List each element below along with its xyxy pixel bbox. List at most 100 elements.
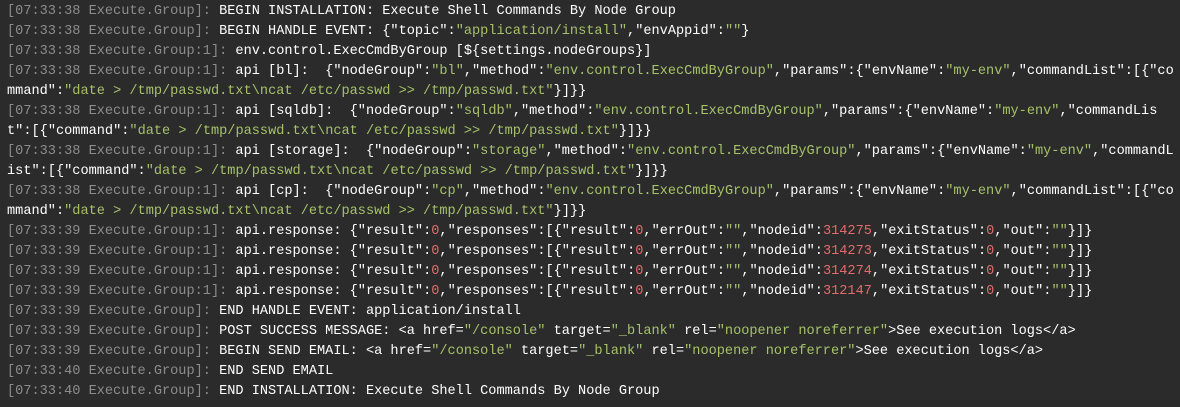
log-text: :{ bbox=[847, 184, 864, 199]
log-string: "env.control.ExecCmdByGroup" bbox=[545, 184, 774, 199]
log-text: : bbox=[977, 244, 987, 259]
log-text: : bbox=[986, 104, 995, 119]
log-timestamp: [07:33:39 Execute.Group:1]: bbox=[7, 244, 228, 259]
log-text: : bbox=[137, 164, 146, 179]
log-text: , bbox=[871, 244, 881, 259]
log-key: "envName" bbox=[863, 64, 938, 79]
log-text: : bbox=[423, 244, 432, 259]
log-key: "result" bbox=[357, 224, 424, 239]
log-text: api.response: { bbox=[227, 264, 358, 279]
log-string: "_blank" bbox=[610, 324, 676, 339]
log-text: : bbox=[423, 224, 432, 239]
log-key: "nodeid" bbox=[749, 244, 815, 259]
log-text: : bbox=[627, 284, 636, 299]
log-text: }]}} bbox=[553, 84, 587, 99]
log-text: END HANDLE EVENT: application/install bbox=[210, 304, 521, 319]
log-key: "nodeid" bbox=[749, 224, 815, 239]
log-text: , bbox=[773, 184, 783, 199]
log-text: , bbox=[994, 244, 1003, 259]
log-text: api [storage]: { bbox=[227, 144, 375, 159]
log-text: : bbox=[627, 244, 636, 259]
log-line: [07:33:38 Execute.Group]: BEGIN HANDLE E… bbox=[7, 22, 1177, 42]
log-line: [07:33:39 Execute.Group]: BEGIN SEND EMA… bbox=[7, 342, 1177, 362]
log-key: "responses" bbox=[447, 264, 538, 279]
log-text: : bbox=[977, 224, 987, 239]
log-line: [07:33:39 Execute.Group:1]: api.response… bbox=[7, 262, 1177, 282]
log-text: :{ bbox=[847, 64, 864, 79]
log-timestamp: [07:33:38 Execute.Group:1]: bbox=[7, 64, 228, 79]
log-line: [07:33:39 Execute.Group:1]: api.response… bbox=[7, 222, 1177, 242]
log-text: :[{ bbox=[1124, 184, 1150, 199]
log-text: api.response: { bbox=[227, 224, 358, 239]
log-text: : bbox=[716, 264, 726, 279]
log-string: "/console" bbox=[431, 344, 513, 359]
log-text: BEGIN INSTALLATION: Execute Shell Comman… bbox=[210, 4, 676, 19]
log-text: target= bbox=[545, 324, 611, 339]
log-key: "responses" bbox=[447, 284, 538, 299]
log-timestamp: [07:33:38 Execute.Group:1]: bbox=[7, 104, 228, 119]
log-key: "nodeGroup" bbox=[333, 184, 424, 199]
log-text: , bbox=[1010, 64, 1019, 79]
log-timestamp: [07:33:38 Execute.Group:1]: bbox=[7, 144, 228, 159]
log-key: "result" bbox=[561, 284, 628, 299]
log-text: }]} bbox=[1067, 224, 1093, 239]
log-string: "env.control.ExecCmdByGroup" bbox=[627, 144, 856, 159]
log-key: "result" bbox=[561, 224, 628, 239]
log-text: : bbox=[977, 264, 987, 279]
log-key: "nodeGroup" bbox=[333, 64, 424, 79]
log-key: "params" bbox=[863, 144, 929, 159]
log-timestamp: [07:33:38 Execute.Group:1]: bbox=[7, 44, 228, 59]
log-text: rel= bbox=[643, 344, 685, 359]
log-text: : bbox=[447, 24, 456, 39]
log-text: api.response: { bbox=[227, 284, 358, 299]
log-key: "method" bbox=[472, 64, 538, 79]
log-text: :[{ bbox=[39, 164, 65, 179]
log-text: , bbox=[1010, 184, 1019, 199]
log-text: , bbox=[994, 264, 1003, 279]
log-key: "envName" bbox=[863, 184, 938, 199]
log-text: : bbox=[463, 144, 473, 159]
log-line: [07:33:38 Execute.Group:1]: api [storage… bbox=[7, 142, 1177, 182]
log-key: "out" bbox=[1002, 284, 1044, 299]
log-text: }]} bbox=[1067, 244, 1093, 259]
log-text: : bbox=[627, 224, 636, 239]
log-text: } bbox=[741, 24, 750, 39]
log-text: , bbox=[643, 224, 652, 239]
log-key: "out" bbox=[1002, 224, 1044, 239]
log-key: "responses" bbox=[447, 224, 538, 239]
log-number: 314273 bbox=[822, 244, 872, 259]
log-text: >See execution logs</a> bbox=[888, 324, 1076, 339]
log-string: "application/install" bbox=[455, 24, 628, 39]
log-line: [07:33:39 Execute.Group]: POST SUCCESS M… bbox=[7, 322, 1177, 342]
log-string: "env.control.ExecCmdByGroup" bbox=[545, 64, 774, 79]
log-text: }]} bbox=[1067, 264, 1093, 279]
log-text: : bbox=[716, 24, 725, 39]
log-text: : bbox=[447, 104, 456, 119]
log-key: "params" bbox=[782, 184, 848, 199]
log-text: , bbox=[773, 64, 783, 79]
log-timestamp: [07:33:39 Execute.Group:1]: bbox=[7, 284, 228, 299]
log-line: [07:33:38 Execute.Group:1]: api [sqldb]:… bbox=[7, 102, 1177, 142]
log-text: , bbox=[643, 284, 652, 299]
log-string: "" bbox=[1051, 284, 1068, 299]
log-key: "envName" bbox=[912, 104, 987, 119]
log-string: "" bbox=[725, 264, 742, 279]
log-text: , bbox=[871, 284, 881, 299]
log-text: , bbox=[627, 24, 636, 39]
log-key: "exitStatus" bbox=[880, 284, 978, 299]
log-text: , bbox=[463, 64, 473, 79]
log-text: :{ bbox=[928, 144, 946, 159]
log-key: "params" bbox=[831, 104, 897, 119]
log-text: :[{ bbox=[537, 284, 562, 299]
log-text: , bbox=[741, 264, 750, 279]
log-string: "date > /tmp/passwd.txt\ncat /etc/passwd… bbox=[64, 204, 554, 219]
log-string: "/console" bbox=[463, 324, 546, 339]
log-key: "responses" bbox=[447, 244, 538, 259]
log-text: :[{ bbox=[1124, 64, 1150, 79]
log-text: : bbox=[423, 284, 432, 299]
log-key: "command" bbox=[47, 124, 122, 139]
log-text: , bbox=[439, 284, 448, 299]
log-string: "my-env" bbox=[1026, 144, 1093, 159]
log-key: "envName" bbox=[945, 144, 1019, 159]
log-key: "result" bbox=[357, 244, 424, 259]
